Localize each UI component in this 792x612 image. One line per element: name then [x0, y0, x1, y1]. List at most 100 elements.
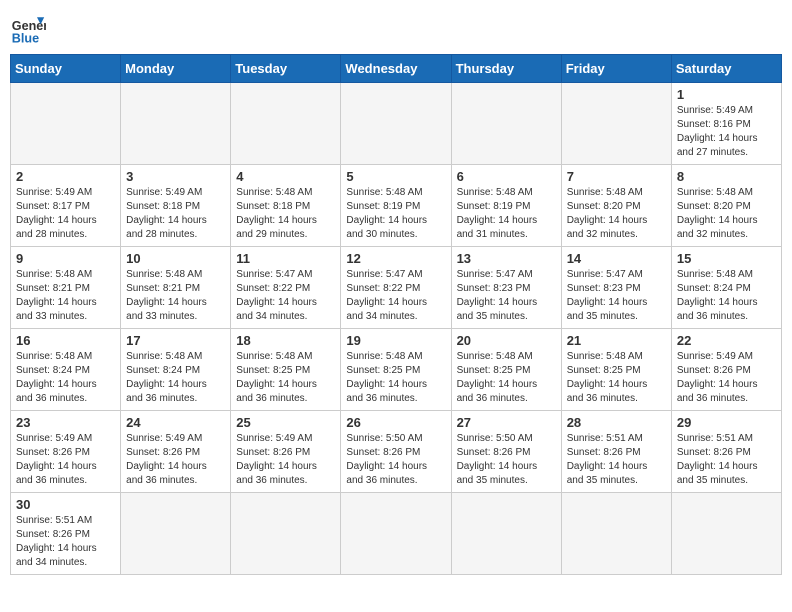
calendar-cell: 8Sunrise: 5:48 AM Sunset: 8:20 PM Daylig… [671, 165, 781, 247]
calendar-cell: 25 Sunrise: 5:49 AM Sunset: 8:26 PM Dayli… [231, 411, 341, 493]
day-info: Sunrise: 5:50 AM Sunset: 8:26 PM Dayligh… [457, 432, 556, 488]
day-number: 14 [567, 251, 666, 266]
calendar-cell: 4 Sunrise: 5:48 AM Sunset: 8:18 PM Daylig… [231, 165, 341, 247]
day-number: 22 [677, 333, 776, 348]
logo-icon: General Blue [10, 10, 46, 46]
day-info: Sunrise: 5:49 AM Sunset: 8:26 PM Dayligh… [677, 350, 776, 406]
day-info: Sunrise: 5:48 AM Sunset: 8:20 PM Dayligh… [567, 186, 666, 242]
day-info: Sunrise: 5:48 AM Sunset: 8:25 PM Dayligh… [346, 350, 445, 406]
calendar-cell [341, 493, 451, 575]
day-info: Sunrise: 5:50 AM Sunset: 8:26 PM Dayligh… [346, 432, 445, 488]
calendar-cell: 19 Sunrise: 5:48 AM Sunset: 8:25 PM Dayli… [341, 329, 451, 411]
day-info: Sunrise: 5:49 AM Sunset: 8:18 PM Dayligh… [126, 186, 225, 242]
calendar-cell: 14 Sunrise: 5:47 AM Sunset: 8:23 PM Dayli… [561, 247, 671, 329]
day-number: 24 [126, 415, 225, 430]
calendar-cell [231, 83, 341, 165]
day-number: 7 [567, 169, 666, 184]
day-info: Sunrise: 5:49 AM Sunset: 8:26 PM Dayligh… [126, 432, 225, 488]
calendar-cell: 13 Sunrise: 5:47 AM Sunset: 8:23 PM Dayli… [451, 247, 561, 329]
day-info: Sunrise: 5:48 AM Sunset: 8:25 PM Dayligh… [567, 350, 666, 406]
calendar-cell [121, 83, 231, 165]
calendar-cell: 21 Sunrise: 5:48 AM Sunset: 8:25 PM Dayli… [561, 329, 671, 411]
day-info: Sunrise: 5:47 AM Sunset: 8:23 PM Dayligh… [567, 268, 666, 324]
day-number: 2 [16, 169, 115, 184]
day-number: 17 [126, 333, 225, 348]
weekday-header: Saturday [671, 55, 781, 83]
calendar-cell [231, 493, 341, 575]
calendar-cell [11, 83, 121, 165]
day-info: Sunrise: 5:48 AM Sunset: 8:19 PM Dayligh… [346, 186, 445, 242]
calendar-cell [341, 83, 451, 165]
calendar-cell: 9Sunrise: 5:48 AM Sunset: 8:21 PM Daylig… [11, 247, 121, 329]
day-number: 3 [126, 169, 225, 184]
day-number: 19 [346, 333, 445, 348]
calendar-cell: 27 Sunrise: 5:50 AM Sunset: 8:26 PM Dayli… [451, 411, 561, 493]
day-info: Sunrise: 5:47 AM Sunset: 8:23 PM Dayligh… [457, 268, 556, 324]
day-info: Sunrise: 5:49 AM Sunset: 8:26 PM Dayligh… [236, 432, 335, 488]
weekday-header: Tuesday [231, 55, 341, 83]
calendar-cell: 2 Sunrise: 5:49 AM Sunset: 8:17 PM Daylig… [11, 165, 121, 247]
day-number: 1 [677, 87, 776, 102]
day-number: 18 [236, 333, 335, 348]
day-info: Sunrise: 5:48 AM Sunset: 8:24 PM Dayligh… [677, 268, 776, 324]
day-info: Sunrise: 5:47 AM Sunset: 8:22 PM Dayligh… [346, 268, 445, 324]
day-info: Sunrise: 5:49 AM Sunset: 8:16 PM Dayligh… [677, 104, 776, 160]
calendar-cell: 29 Sunrise: 5:51 AM Sunset: 8:26 PM Dayli… [671, 411, 781, 493]
day-info: Sunrise: 5:48 AM Sunset: 8:25 PM Dayligh… [236, 350, 335, 406]
day-number: 13 [457, 251, 556, 266]
day-info: Sunrise: 5:48 AM Sunset: 8:24 PM Dayligh… [126, 350, 225, 406]
day-number: 29 [677, 415, 776, 430]
weekday-header: Friday [561, 55, 671, 83]
day-info: Sunrise: 5:49 AM Sunset: 8:17 PM Dayligh… [16, 186, 115, 242]
day-info: Sunrise: 5:49 AM Sunset: 8:26 PM Dayligh… [16, 432, 115, 488]
day-number: 25 [236, 415, 335, 430]
calendar-cell: 23 Sunrise: 5:49 AM Sunset: 8:26 PM Dayli… [11, 411, 121, 493]
day-info: Sunrise: 5:48 AM Sunset: 8:19 PM Dayligh… [457, 186, 556, 242]
day-number: 5 [346, 169, 445, 184]
day-info: Sunrise: 5:51 AM Sunset: 8:26 PM Dayligh… [677, 432, 776, 488]
calendar-cell [451, 493, 561, 575]
calendar-cell: 26 Sunrise: 5:50 AM Sunset: 8:26 PM Dayli… [341, 411, 451, 493]
calendar-cell: 17 Sunrise: 5:48 AM Sunset: 8:24 PM Dayli… [121, 329, 231, 411]
day-number: 21 [567, 333, 666, 348]
day-info: Sunrise: 5:48 AM Sunset: 8:25 PM Dayligh… [457, 350, 556, 406]
day-number: 9 [16, 251, 115, 266]
day-number: 23 [16, 415, 115, 430]
day-number: 12 [346, 251, 445, 266]
day-number: 27 [457, 415, 556, 430]
calendar-cell: 7 Sunrise: 5:48 AM Sunset: 8:20 PM Daylig… [561, 165, 671, 247]
svg-text:Blue: Blue [12, 31, 39, 45]
day-number: 15 [677, 251, 776, 266]
day-number: 20 [457, 333, 556, 348]
day-info: Sunrise: 5:48 AM Sunset: 8:21 PM Dayligh… [126, 268, 225, 324]
calendar-cell [671, 493, 781, 575]
day-number: 10 [126, 251, 225, 266]
calendar-cell: 3 Sunrise: 5:49 AM Sunset: 8:18 PM Daylig… [121, 165, 231, 247]
calendar-cell: 30Sunrise: 5:51 AM Sunset: 8:26 PM Dayli… [11, 493, 121, 575]
day-number: 26 [346, 415, 445, 430]
calendar-cell: 11 Sunrise: 5:47 AM Sunset: 8:22 PM Dayli… [231, 247, 341, 329]
weekday-header: Wednesday [341, 55, 451, 83]
header: General Blue [10, 10, 782, 46]
day-info: Sunrise: 5:48 AM Sunset: 8:18 PM Dayligh… [236, 186, 335, 242]
calendar-cell: 24 Sunrise: 5:49 AM Sunset: 8:26 PM Dayli… [121, 411, 231, 493]
day-info: Sunrise: 5:48 AM Sunset: 8:20 PM Dayligh… [677, 186, 776, 242]
weekday-header: Sunday [11, 55, 121, 83]
day-number: 16 [16, 333, 115, 348]
logo: General Blue [10, 10, 46, 46]
day-number: 11 [236, 251, 335, 266]
calendar-cell: 1 Sunrise: 5:49 AM Sunset: 8:16 PM Daylig… [671, 83, 781, 165]
calendar-cell [561, 83, 671, 165]
day-number: 30 [16, 497, 115, 512]
weekday-header: Thursday [451, 55, 561, 83]
day-number: 6 [457, 169, 556, 184]
calendar-cell: 28Sunrise: 5:51 AM Sunset: 8:26 PM Dayli… [561, 411, 671, 493]
calendar-cell: 10 Sunrise: 5:48 AM Sunset: 8:21 PM Dayli… [121, 247, 231, 329]
calendar-cell: 12 Sunrise: 5:47 AM Sunset: 8:22 PM Dayli… [341, 247, 451, 329]
calendar-cell: 22 Sunrise: 5:49 AM Sunset: 8:26 PM Dayli… [671, 329, 781, 411]
calendar-cell [121, 493, 231, 575]
day-info: Sunrise: 5:47 AM Sunset: 8:22 PM Dayligh… [236, 268, 335, 324]
day-number: 4 [236, 169, 335, 184]
calendar-cell: 6 Sunrise: 5:48 AM Sunset: 8:19 PM Daylig… [451, 165, 561, 247]
calendar-cell: 20 Sunrise: 5:48 AM Sunset: 8:25 PM Dayli… [451, 329, 561, 411]
